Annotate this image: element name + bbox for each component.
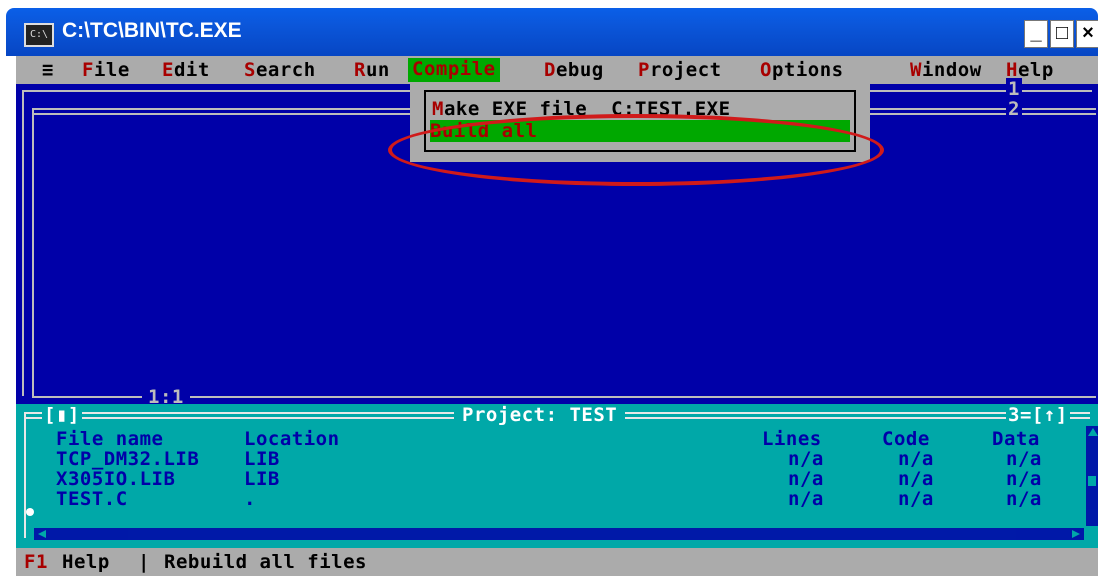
- table-row[interactable]: TEST.C . n/a n/a n/a: [16, 488, 1076, 510]
- window-title: C:\TC\BIN\TC.EXE: [62, 19, 242, 42]
- file-code: n/a: [898, 448, 934, 470]
- menu-hotkey: P: [638, 59, 650, 81]
- file-name: X305IO.LIB: [56, 468, 176, 490]
- menu-label: roject: [649, 59, 722, 81]
- compile-dropdown: Make EXE file C:TEST.EXE Build all: [410, 84, 870, 162]
- menu-hotkey: C: [412, 58, 424, 80]
- menu-label: dit: [173, 59, 210, 81]
- menu-compile[interactable]: Compile: [408, 58, 500, 82]
- menu-label: ebug: [555, 59, 604, 81]
- menu-label: earch: [255, 59, 316, 81]
- menu-label: elp: [1017, 59, 1054, 81]
- status-message: Rebuild all files: [164, 551, 367, 573]
- menu-label: ompile: [423, 58, 496, 80]
- dos-screen: ≡ File Edit Search Run Compile Debug Pro…: [16, 56, 1098, 576]
- system-menu-icon: ≡: [42, 59, 54, 81]
- table-row[interactable]: X305IO.LIB LIB n/a n/a n/a: [16, 468, 1076, 490]
- menu-hotkey: S: [244, 59, 256, 81]
- table-row[interactable]: TCP_DM32.LIB LIB n/a n/a n/a: [16, 448, 1076, 470]
- menu-edit[interactable]: Edit: [162, 59, 210, 81]
- scroll-up-arrow-icon[interactable]: [1088, 428, 1098, 436]
- file-location: .: [244, 488, 256, 510]
- status-key-f1[interactable]: F1: [24, 551, 48, 573]
- menu-label: ptions: [771, 59, 844, 81]
- col-location: Location: [244, 428, 340, 450]
- menu-hotkey: M: [432, 98, 444, 120]
- file-code: n/a: [898, 468, 934, 490]
- project-title: Project: TEST: [454, 404, 626, 426]
- file-location: LIB: [244, 448, 280, 470]
- console-icon[interactable]: C:\: [24, 23, 54, 47]
- menu-file[interactable]: File: [82, 59, 130, 81]
- file-lines: n/a: [788, 468, 824, 490]
- horizontal-scrollbar[interactable]: [34, 528, 1084, 540]
- menu-label: indow: [921, 59, 982, 81]
- file-location: LIB: [244, 468, 280, 490]
- col-code: Code: [882, 428, 930, 450]
- menu-item-make-exe[interactable]: Make EXE file C:TEST.EXE: [432, 98, 731, 120]
- menu-item-label: ake EXE file: [443, 98, 588, 120]
- scroll-right-arrow-icon[interactable]: [1072, 530, 1080, 538]
- col-file-name: File name: [56, 428, 164, 450]
- compile-dropdown-frame: Make EXE file C:TEST.EXE Build all: [424, 90, 856, 152]
- file-lines: n/a: [788, 448, 824, 470]
- menu-hotkey: D: [544, 59, 556, 81]
- status-bar: F1 Help | Rebuild all files: [16, 548, 1098, 576]
- file-data: n/a: [1006, 488, 1042, 510]
- menu-label: un: [365, 59, 390, 81]
- menu-label: ile: [93, 59, 130, 81]
- menu-search[interactable]: Search: [244, 59, 316, 81]
- col-lines: Lines: [762, 428, 822, 450]
- menu-hotkey: R: [354, 59, 366, 81]
- project-window: [▮] Project: TEST 3=[↑] File name Locati…: [16, 404, 1098, 549]
- status-key-label: Help: [62, 551, 110, 573]
- system-menu[interactable]: ≡: [42, 59, 54, 81]
- menu-item-target: C:TEST.EXE: [611, 98, 731, 120]
- file-data: n/a: [1006, 468, 1042, 490]
- minimize-button[interactable]: _: [1024, 20, 1048, 48]
- menu-project[interactable]: Project: [638, 59, 722, 81]
- window-2-frame-left: [32, 108, 34, 396]
- menu-hotkey: W: [910, 59, 922, 81]
- menu-hotkey: F: [82, 59, 94, 81]
- file-code: n/a: [898, 488, 934, 510]
- window-2-frame-bottom: [32, 396, 1096, 398]
- scroll-thumb[interactable]: [1088, 476, 1096, 486]
- console-icon-text: C:\: [29, 29, 49, 40]
- menu-debug[interactable]: Debug: [544, 59, 604, 81]
- menu-hotkey: E: [162, 59, 174, 81]
- project-zoom-tag[interactable]: 3=[↑]: [1006, 404, 1070, 426]
- menu-run[interactable]: Run: [354, 59, 390, 81]
- col-data: Data: [992, 428, 1040, 450]
- file-name: TEST.C: [56, 488, 128, 510]
- window-1-number[interactable]: 1: [1006, 78, 1022, 100]
- menu-options[interactable]: Options: [760, 59, 844, 81]
- menu-item-build-all[interactable]: Build all: [430, 120, 850, 142]
- panel-corner: [26, 508, 34, 516]
- file-name: TCP_DM32.LIB: [56, 448, 200, 470]
- menu-item-label: uild all: [441, 120, 538, 142]
- project-close-tag[interactable]: [▮]: [42, 404, 82, 426]
- file-lines: n/a: [788, 488, 824, 510]
- window-1-frame-left: [22, 90, 24, 396]
- menu-hotkey: B: [430, 120, 442, 142]
- menu-hotkey: O: [760, 59, 772, 81]
- close-button[interactable]: ×: [1076, 20, 1098, 48]
- menu-window[interactable]: Window: [910, 59, 982, 81]
- vertical-scrollbar[interactable]: [1086, 426, 1098, 526]
- menu-bar: ≡ File Edit Search Run Compile Debug Pro…: [16, 56, 1098, 84]
- scroll-left-arrow-icon[interactable]: [38, 530, 46, 538]
- maximize-button[interactable]: □: [1050, 20, 1074, 48]
- status-separator: |: [138, 551, 150, 573]
- window-titlebar: C:\ C:\TC\BIN\TC.EXE _ □ ×: [6, 8, 1098, 56]
- file-data: n/a: [1006, 448, 1042, 470]
